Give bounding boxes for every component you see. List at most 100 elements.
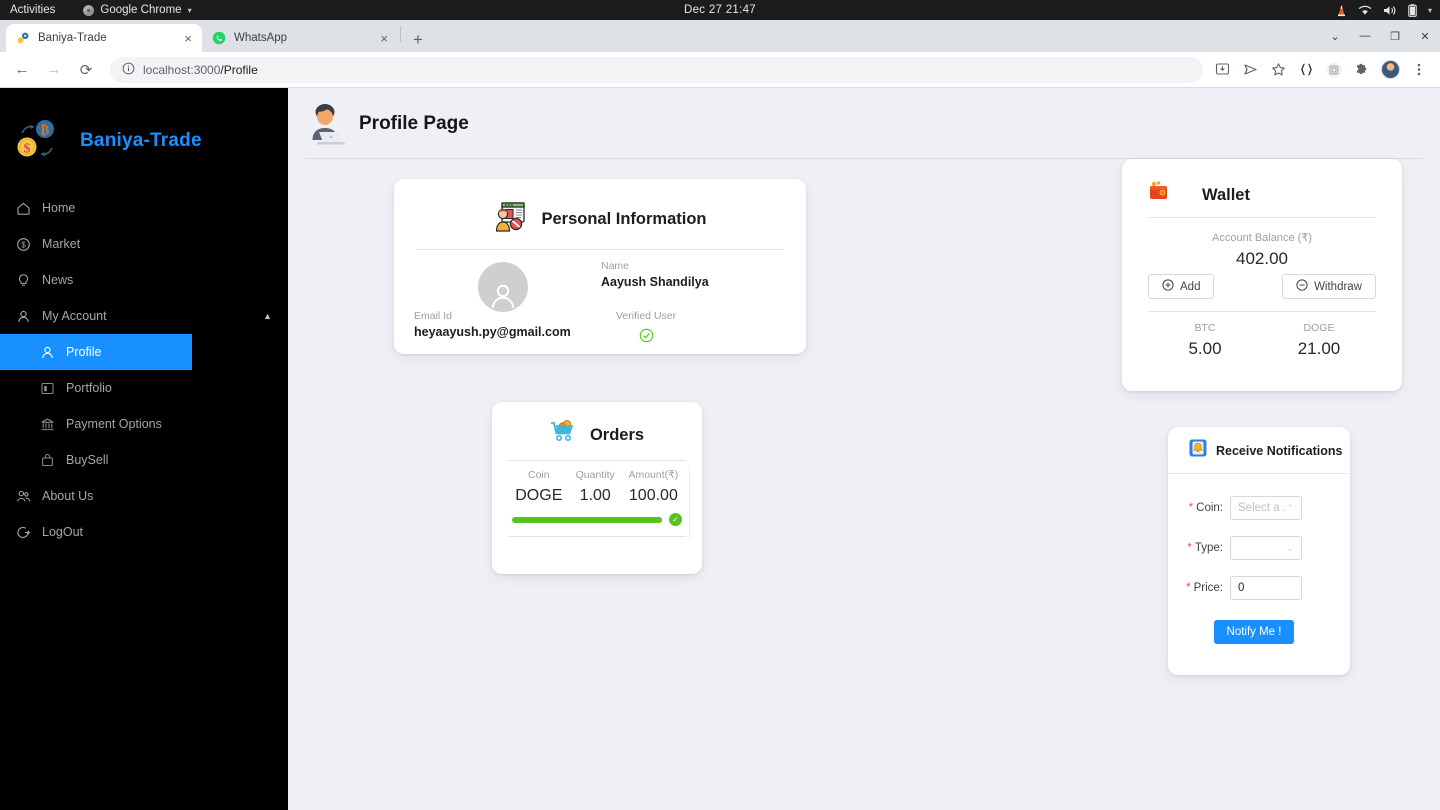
shopping-bag-icon <box>40 453 55 468</box>
active-app-menu[interactable]: Google Chrome ▾ <box>83 4 192 16</box>
divider <box>1148 217 1376 218</box>
check-circle-filled-icon: ✓ <box>669 513 682 526</box>
system-tray[interactable]: ▾ <box>1336 3 1432 17</box>
coin-balances: BTC 5.00 DOGE 21.00 <box>1148 322 1376 359</box>
send-icon[interactable] <box>1241 61 1259 79</box>
sidebar-item-news[interactable]: News <box>0 262 288 298</box>
bookmark-star-icon[interactable] <box>1269 61 1287 79</box>
maximize-icon[interactable]: ❐ <box>1380 20 1410 52</box>
field-label-price: * Price: <box>1186 582 1223 594</box>
wifi-icon[interactable] <box>1358 5 1372 16</box>
orders-card: Orders Coin Quantity Amount(₹) DOGE 1.00… <box>492 402 702 574</box>
brand[interactable]: ₿ $ Baniya-Trade <box>0 106 288 172</box>
new-tab-button[interactable]: + <box>403 31 433 52</box>
url-text: localhost:3000/Profile <box>143 63 258 77</box>
coin-btc: BTC 5.00 <box>1148 322 1262 359</box>
chrome-icon <box>83 4 95 16</box>
wallet-actions: Add Withdraw <box>1148 274 1376 299</box>
required-marker: * <box>1186 582 1191 594</box>
tray-chevron-down-icon[interactable]: ▾ <box>1428 6 1432 15</box>
app-sidebar: ₿ $ Baniya-Trade Home $ Market News My A… <box>0 88 288 810</box>
add-button[interactable]: Add <box>1148 274 1215 299</box>
install-page-icon[interactable] <box>1213 61 1231 79</box>
toolbar-icons <box>1213 60 1432 79</box>
sidebar-item-about-us[interactable]: About Us <box>0 478 288 514</box>
account-balance-label: Account Balance (₹) <box>1212 232 1312 244</box>
sidebar-item-logout[interactable]: LogOut <box>0 514 288 550</box>
sidebar-item-my-account[interactable]: My Account ▲ <box>0 298 288 334</box>
svg-text:$: $ <box>21 240 26 249</box>
browser-toolbar: ← → ⟳ localhost:3000/Profile <box>0 52 1440 88</box>
volume-icon[interactable] <box>1383 5 1397 16</box>
coin-doge: DOGE 21.00 <box>1262 322 1376 359</box>
tab-strip: Baniya-Trade × WhatsApp × + ⌄ — ❐ ✕ <box>0 20 1440 52</box>
tab-baniya-trade[interactable]: Baniya-Trade × <box>6 24 202 52</box>
json-viewer-icon[interactable] <box>1297 61 1315 79</box>
sidebar-item-profile[interactable]: Profile <box>0 334 192 370</box>
user-icon <box>40 345 55 360</box>
column-amount: Amount(₹) <box>628 469 679 481</box>
close-icon[interactable]: × <box>184 32 192 45</box>
coin-select[interactable]: Select a ... ⌃ <box>1230 496 1302 520</box>
table-vertical-rule <box>689 466 690 538</box>
page-header: Profile Page <box>305 88 1423 159</box>
personal-information-body: Name Aayush Shandilya Email Id heyaayush… <box>414 250 784 355</box>
card-header: Orders <box>508 414 686 456</box>
tab-whatsapp[interactable]: WhatsApp × <box>202 24 398 52</box>
address-bar[interactable]: localhost:3000/Profile <box>110 56 1203 83</box>
reload-button[interactable]: ⟳ <box>72 56 100 84</box>
extensions-puzzle-icon[interactable] <box>1353 61 1371 79</box>
caret-down-icon: ▾ <box>187 5 192 15</box>
add-label: Add <box>1180 280 1201 293</box>
sidebar-item-buysell[interactable]: BuySell <box>0 442 288 478</box>
tab-title: Baniya-Trade <box>38 32 107 44</box>
table-header-row: Coin Quantity Amount(₹) <box>508 461 686 485</box>
back-button[interactable]: ← <box>8 56 36 84</box>
project-icon <box>40 381 55 396</box>
active-app-label: Google Chrome <box>100 4 182 16</box>
dollar-circle-icon: $ <box>16 237 31 252</box>
close-icon[interactable]: × <box>380 32 388 45</box>
minimize-icon[interactable]: — <box>1350 20 1380 52</box>
field-name: Name Aayush Shandilya <box>601 260 709 289</box>
bulb-icon <box>16 273 31 288</box>
coin-select-placeholder: Select a ... <box>1238 502 1286 514</box>
battery-icon[interactable] <box>1408 3 1417 17</box>
chrome-menu-icon[interactable] <box>1410 61 1428 79</box>
system-clock[interactable]: Dec 27 21:47 <box>684 4 756 16</box>
card-header: Wallet <box>1148 173 1376 217</box>
close-icon[interactable]: ✕ <box>1410 20 1440 52</box>
profile-avatar[interactable] <box>1381 60 1400 79</box>
activities-button[interactable]: Activities <box>10 4 55 16</box>
withdraw-button[interactable]: Withdraw <box>1282 274 1376 299</box>
minus-circle-icon <box>1296 279 1308 294</box>
chevron-down-icon[interactable]: ⌄ <box>1286 543 1294 554</box>
chevron-up-icon[interactable]: ▲ <box>263 311 272 321</box>
url-path: /Profile <box>220 62 258 77</box>
card-title: Wallet <box>1202 185 1250 204</box>
vlc-icon[interactable] <box>1336 4 1347 17</box>
cell-amount: 100.00 <box>628 487 678 504</box>
tab-search-icon[interactable]: ⌄ <box>1320 20 1350 52</box>
type-select[interactable]: ⌄ <box>1230 536 1302 560</box>
notify-me-button[interactable]: Notify Me ! <box>1213 620 1295 644</box>
user-icon <box>16 309 31 324</box>
coin-value: 5.00 <box>1188 339 1222 358</box>
sidebar-item-label: My Account <box>42 309 107 323</box>
sidebar-item-home[interactable]: Home <box>0 190 288 226</box>
forward-button[interactable]: → <box>40 56 68 84</box>
sidebar-item-market[interactable]: $ Market <box>0 226 288 262</box>
sidebar-item-payment-options[interactable]: Payment Options <box>0 406 288 442</box>
order-progress: ✓ <box>508 507 686 526</box>
price-input[interactable]: 0 <box>1230 576 1302 600</box>
sidebar-item-portfolio[interactable]: Portfolio <box>0 370 288 406</box>
chevron-up-icon[interactable]: ⌃ <box>1286 503 1294 514</box>
extension-grid-icon[interactable] <box>1325 61 1343 79</box>
field-value: heyaayush.py@gmail.com <box>414 325 571 339</box>
coin-value: 21.00 <box>1297 339 1341 358</box>
info-circle-icon[interactable] <box>122 62 135 78</box>
sidebar-item-label: Market <box>42 237 81 251</box>
orders-table: Coin Quantity Amount(₹) DOGE 1.00 100.00 <box>508 461 686 507</box>
person-with-laptop-emoji <box>305 102 346 146</box>
window-controls: ⌄ — ❐ ✕ <box>1320 20 1440 52</box>
